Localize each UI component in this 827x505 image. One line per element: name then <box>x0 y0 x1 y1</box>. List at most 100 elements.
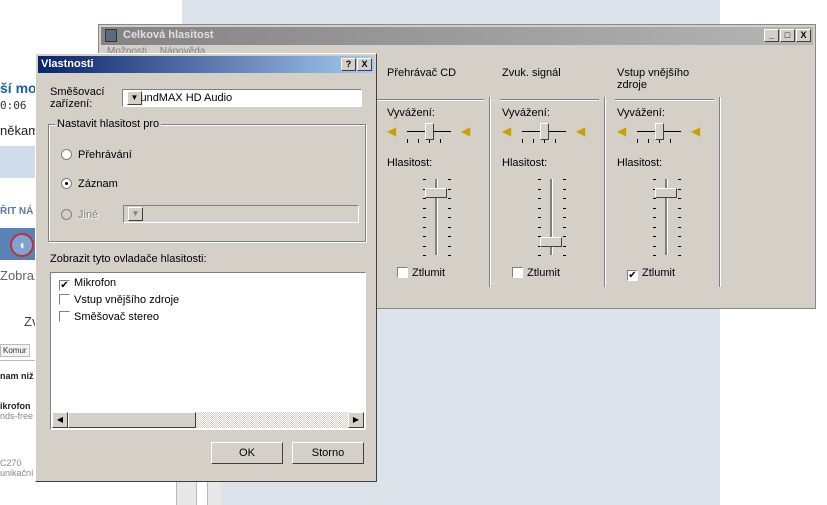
balance-label: Vyvážení: <box>617 107 665 119</box>
controls-label: Zobrazit tyto ovladače hlasitosti: <box>50 253 207 265</box>
checkbox-icon[interactable] <box>512 267 523 278</box>
volume-slider[interactable] <box>647 177 687 257</box>
balance-thumb[interactable] <box>655 123 664 140</box>
mute-checkbox[interactable]: Ztlumit <box>512 267 560 279</box>
scroll-left-icon[interactable]: ◀ <box>52 412 68 428</box>
other-device-select[interactable]: ▼ <box>123 205 359 223</box>
balance-label: Vyvážení: <box>387 107 435 119</box>
volume-window-titlebar[interactable]: Celková hlasitost _ □ X <box>101 27 813 45</box>
tick-mark <box>563 245 566 247</box>
control-list-item[interactable]: Vstup vnějšího zdroje <box>59 294 179 306</box>
tick-mark <box>678 217 681 218</box>
mute-checkbox[interactable]: ✔ Ztlumit <box>627 267 675 281</box>
tick-mark <box>678 236 681 237</box>
mixer-column: Zvuk. signál Vyvážení: ◀ ◀ Hlasitost: Ztlumit <box>492 59 605 287</box>
checkbox-icon[interactable] <box>59 294 70 305</box>
tick-mark <box>563 188 566 190</box>
chevron-down-icon[interactable]: ▼ <box>127 91 142 105</box>
balance-thumb[interactable] <box>425 123 434 140</box>
tick-mark <box>653 198 656 199</box>
mixer-column-name: Zvuk. signál <box>502 67 561 79</box>
mute-checkbox[interactable]: Ztlumit <box>397 267 445 279</box>
tick-mark <box>423 207 426 209</box>
bg-text: C270 <box>0 458 22 468</box>
tick-mark <box>538 217 541 218</box>
speaker-icon[interactable]: ◖ <box>10 233 34 257</box>
help-button[interactable]: ? <box>341 58 356 71</box>
mixer-column-name: Přehrávač CD <box>387 67 457 79</box>
tick-mark <box>423 179 426 180</box>
tick-mark <box>653 255 656 256</box>
tick-mark <box>538 198 541 199</box>
volume-label: Hlasitost: <box>617 157 663 169</box>
tick-mark <box>678 188 681 190</box>
horizontal-scrollbar[interactable]: ◀ ▶ <box>52 412 364 428</box>
radio-circle-icon[interactable] <box>61 209 72 220</box>
checkbox-icon[interactable] <box>59 311 70 322</box>
control-list-item[interactable]: ✔ Mikrofon <box>59 277 116 291</box>
radio-other[interactable]: Jiné <box>61 209 98 221</box>
balance-slider[interactable]: ◀◀ <box>617 123 717 145</box>
close-button[interactable]: X <box>796 29 811 42</box>
column-separator <box>489 97 491 287</box>
bg-time: 0:06 <box>0 99 27 112</box>
tick-mark <box>563 198 566 199</box>
scroll-thumb[interactable] <box>68 412 196 428</box>
minimize-button[interactable]: _ <box>764 29 779 42</box>
volume-thumb[interactable] <box>655 187 677 198</box>
radio-record[interactable]: Záznam <box>61 178 118 190</box>
tick-mark <box>563 179 566 180</box>
speaker-left-icon: ◀ <box>387 124 397 138</box>
properties-dialog: Vlastnosti ? X Směšovací zařízení: SoundM… <box>35 53 377 482</box>
tick-mark <box>653 217 656 218</box>
volume-thumb[interactable] <box>425 187 447 198</box>
mixer-select[interactable]: SoundMAX HD Audio ▼ <box>122 89 362 107</box>
maximize-button[interactable]: □ <box>780 29 795 42</box>
tick-mark <box>653 245 656 247</box>
mixer-column: Přehrávač CD Vyvážení: ◀ ◀ Hlasitost: Ztlumit <box>377 59 490 287</box>
volume-slider[interactable] <box>417 177 457 257</box>
tick-mark <box>448 226 451 228</box>
tick-mark <box>448 188 451 190</box>
tick-mark <box>448 236 451 237</box>
ok-button[interactable]: OK <box>211 442 283 464</box>
cancel-button[interactable]: Storno <box>292 442 364 464</box>
scroll-right-icon[interactable]: ▶ <box>348 412 364 428</box>
tick-mark <box>423 255 426 256</box>
bg-text: ikrofon <box>0 401 31 411</box>
radio-playback[interactable]: Přehrávání <box>61 149 132 161</box>
balance-slider[interactable]: ◀◀ <box>502 123 602 145</box>
radio-other-label: Jiné <box>78 209 99 221</box>
radio-selected-icon[interactable] <box>61 178 72 189</box>
balance-thumb[interactable] <box>540 123 549 140</box>
chevron-down-icon[interactable]: ▼ <box>128 207 143 221</box>
volume-thumb[interactable] <box>540 236 562 247</box>
tick-mark <box>423 226 426 228</box>
tick-mark <box>538 188 541 190</box>
column-divider <box>615 99 714 101</box>
column-divider <box>385 99 484 101</box>
speaker-left-icon: ◀ <box>617 124 627 138</box>
controls-list[interactable]: ◀ ▶ ✔ Mikrofon Vstup vnějšího zdroje Směšov… <box>50 272 366 430</box>
control-list-item[interactable]: Směšovač stereo <box>59 311 159 323</box>
tick-mark <box>563 236 566 237</box>
tick-mark <box>448 217 451 218</box>
properties-titlebar[interactable]: Vlastnosti ? X <box>38 56 374 73</box>
speaker-right-icon: ◀ <box>461 124 471 138</box>
volume-app-icon <box>105 29 117 42</box>
radio-circle-icon[interactable] <box>61 149 72 160</box>
volume-slider[interactable] <box>532 177 572 257</box>
bg-tab[interactable]: Komur <box>0 344 30 357</box>
tick-mark <box>653 207 656 209</box>
tick-mark <box>653 226 656 228</box>
control-item-label: Mikrofon <box>74 277 117 289</box>
checkbox-icon[interactable] <box>397 267 408 278</box>
tick-mark <box>448 179 451 180</box>
mixer-column-name: Vstup vnějšího zdroje <box>617 67 690 91</box>
checkbox-icon[interactable]: ✔ <box>627 270 638 281</box>
tick-mark <box>678 198 681 199</box>
balance-slider[interactable]: ◀◀ <box>387 123 487 145</box>
tick-mark <box>448 207 451 209</box>
checkbox-icon[interactable]: ✔ <box>59 280 70 291</box>
dialog-close-button[interactable]: X <box>357 58 372 71</box>
